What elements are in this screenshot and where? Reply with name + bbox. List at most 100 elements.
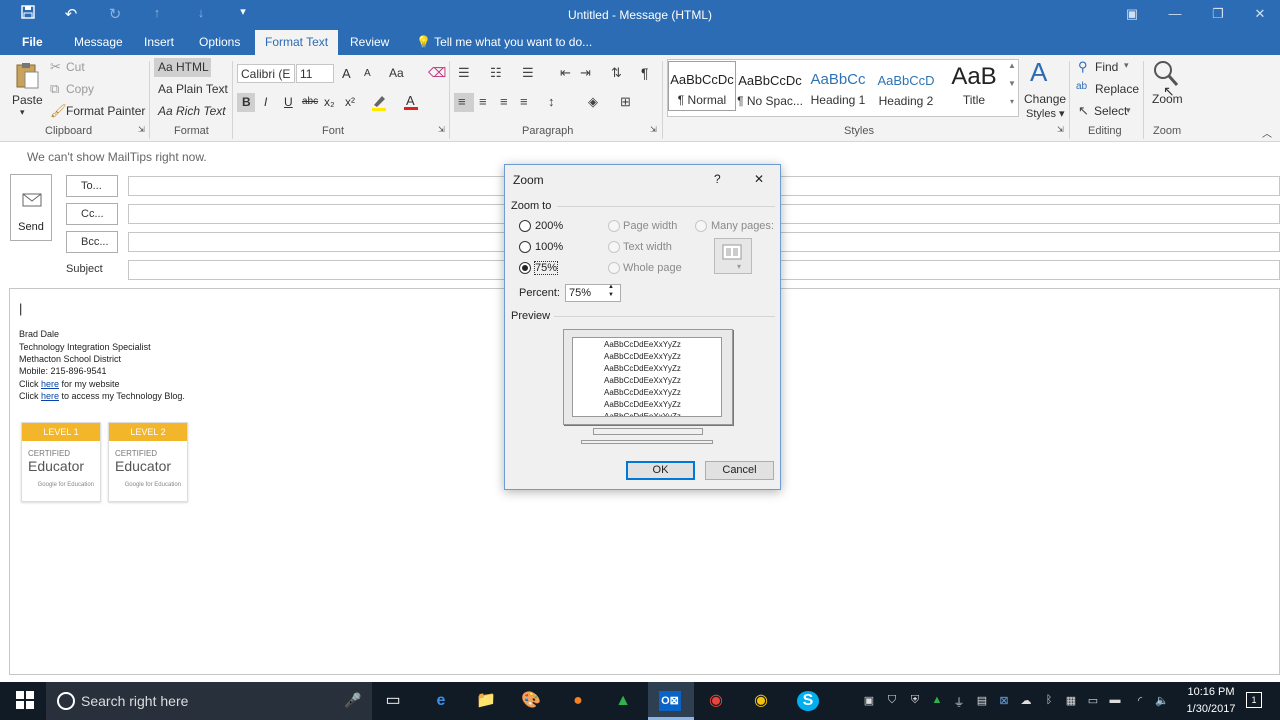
clear-formatting-icon[interactable]: ⌫ (428, 65, 446, 81)
paint-icon[interactable]: 🎨 (520, 691, 542, 711)
many-pages-label[interactable]: Many pages: (711, 220, 774, 232)
select-chevron-icon[interactable]: ▾ (1126, 105, 1131, 116)
battery-icon[interactable]: ▬ (1108, 694, 1122, 706)
grow-font-button[interactable]: A (342, 66, 351, 81)
tray-shield-icon[interactable]: ⛉ (885, 694, 899, 707)
ok-button[interactable]: OK (626, 461, 695, 480)
shading-icon[interactable]: ◈ (588, 94, 598, 110)
subscript-button[interactable]: x₂ (324, 95, 335, 109)
chrome-icon[interactable]: ◉ (705, 691, 727, 711)
dialog-help-button[interactable]: ? (714, 172, 721, 186)
change-case-button[interactable]: Aa (389, 66, 404, 80)
google-drive-icon[interactable]: ▲ (612, 691, 634, 711)
skype-icon[interactable]: S (797, 691, 819, 711)
collapse-ribbon-icon[interactable]: ︿ (1262, 125, 1272, 140)
restore-icon[interactable]: ❐ (1206, 6, 1230, 22)
copy-button[interactable]: Copy (66, 82, 94, 96)
ribbon-display-icon[interactable]: ▣ (1120, 6, 1144, 22)
tab-review[interactable]: Review (340, 30, 399, 55)
style-normal[interactable]: AaBbCcDc ¶ Normal (668, 61, 736, 111)
font-launcher-icon[interactable]: ⇲ (438, 125, 445, 134)
radio-page-width[interactable] (608, 220, 620, 232)
font-family-select[interactable]: Calibri (E (237, 64, 295, 83)
radio-100-label[interactable]: 100% (535, 241, 563, 253)
whole-page-label[interactable]: Whole page (623, 262, 682, 274)
text-width-label[interactable]: Text width (623, 241, 672, 253)
bcc-button[interactable]: Bcc... (66, 231, 118, 253)
font-color-icon[interactable]: A (403, 93, 419, 114)
paste-icon[interactable] (14, 61, 40, 91)
outlook-icon[interactable]: O⊠ (659, 691, 681, 711)
radio-text-width[interactable] (608, 241, 620, 253)
numbering-icon[interactable]: ☷ (490, 65, 502, 81)
send-button[interactable]: Send (10, 174, 52, 241)
highlighter-icon[interactable] (370, 93, 388, 114)
increase-indent-icon[interactable]: ⇥ (580, 65, 591, 81)
radio-many-pages[interactable] (695, 220, 707, 232)
tray-display-icon[interactable]: ▭ (1086, 694, 1100, 707)
replace-button[interactable]: Replace (1095, 82, 1139, 96)
format-painter-button[interactable]: Format Painter (66, 104, 145, 118)
minimize-icon[interactable]: — (1163, 6, 1187, 21)
find-chevron-icon[interactable]: ▾ (1124, 60, 1129, 71)
show-formatting-button[interactable]: ¶ (641, 65, 649, 81)
tab-options[interactable]: Options (189, 30, 250, 55)
paste-chevron-icon[interactable]: ▾ (20, 107, 25, 118)
task-view-icon[interactable]: ▭ (382, 691, 404, 711)
tray-drive-icon[interactable]: ▲ (930, 694, 944, 706)
wifi-icon[interactable]: ◜ (1133, 694, 1147, 707)
many-pages-icon[interactable]: ▾ (714, 238, 752, 274)
tab-message[interactable]: Message (64, 30, 133, 55)
format-html-button[interactable]: Aa HTML (158, 60, 209, 74)
change-styles-line1[interactable]: Change (1024, 92, 1066, 106)
radio-whole-page[interactable] (608, 262, 620, 274)
tray-onedrive-icon[interactable]: ☁ (1019, 694, 1033, 707)
format-rich-text-button[interactable]: Aa Rich Text (158, 104, 226, 118)
format-plain-text-button[interactable]: Aa Plain Text (158, 82, 228, 96)
website-link[interactable]: here (41, 379, 59, 389)
windows-start-icon[interactable] (14, 691, 36, 711)
paragraph-launcher-icon[interactable]: ⇲ (650, 125, 657, 134)
style-title[interactable]: AaB Title (940, 63, 1008, 113)
select-button[interactable]: Select (1094, 104, 1127, 118)
bullets-icon[interactable]: ☰ (458, 65, 470, 81)
radio-75[interactable] (519, 262, 531, 274)
decrease-indent-icon[interactable]: ⇤ (560, 65, 571, 81)
blog-link[interactable]: here (41, 391, 59, 401)
font-size-select[interactable]: 11 (296, 64, 334, 83)
volume-icon[interactable]: 🔈 (1155, 694, 1169, 707)
tray-security-icon[interactable]: ⛨ (908, 694, 922, 707)
percent-spinner[interactable]: 75% ▲ ▼ (565, 284, 621, 302)
spin-up-icon[interactable]: ▲ (608, 284, 614, 290)
file-explorer-icon[interactable]: 📁 (475, 691, 497, 711)
tray-notes-icon[interactable]: ▤ (975, 694, 989, 707)
style-no-spacing[interactable]: AaBbCcDc ¶ No Spac... (736, 63, 804, 113)
find-button[interactable]: Find (1095, 60, 1118, 74)
microphone-icon[interactable]: 🎤 (344, 692, 361, 709)
tray-usb-icon[interactable]: ⏚ (952, 694, 966, 710)
tray-app-icon[interactable]: ▣ (862, 694, 876, 707)
tab-insert[interactable]: Insert (134, 30, 184, 55)
multilevel-list-icon[interactable]: ☰ (522, 65, 534, 81)
radio-200-label[interactable]: 200% (535, 220, 563, 232)
style-heading-1[interactable]: AaBbCc Heading 1 (804, 63, 872, 113)
radio-75-label[interactable]: 75% (533, 261, 559, 275)
chrome-icon-2[interactable]: ◉ (750, 691, 772, 711)
spin-down-icon[interactable]: ▼ (608, 292, 614, 298)
tray-network-app-icon[interactable]: ▦ (1064, 694, 1078, 707)
change-styles-line2[interactable]: Styles ▾ (1026, 107, 1065, 120)
bold-button[interactable]: B (242, 95, 251, 109)
paste-button[interactable]: Paste (12, 93, 43, 107)
gallery-up-icon[interactable]: ▲ (1006, 61, 1018, 70)
percent-value[interactable]: 75% (569, 287, 591, 299)
underline-button[interactable]: U (284, 95, 293, 109)
tray-outlook-icon[interactable]: ⊠ (997, 694, 1011, 707)
sort-icon[interactable]: ⇅ (611, 65, 622, 81)
tell-me-box[interactable]: 💡 Tell me what you want to do... (406, 30, 602, 55)
gallery-down-icon[interactable]: ▼ (1006, 79, 1018, 88)
styles-launcher-icon[interactable]: ⇲ (1057, 125, 1064, 134)
bluetooth-icon[interactable]: ᛒ (1042, 694, 1056, 706)
firefox-icon[interactable]: ● (567, 691, 589, 711)
tab-format-text[interactable]: Format Text (255, 30, 339, 55)
close-icon[interactable]: ✕ (1248, 6, 1272, 22)
